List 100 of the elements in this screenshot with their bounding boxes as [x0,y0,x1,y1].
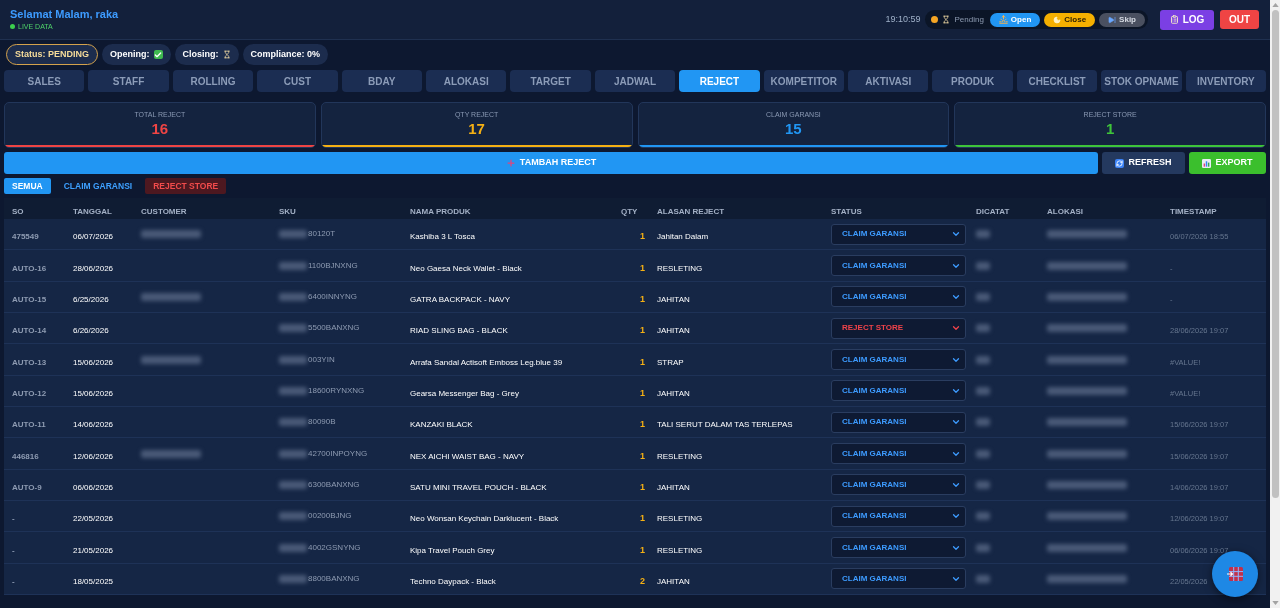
shift-button[interactable]: Skip [1099,12,1145,27]
stat-value: 1 [1105,121,1115,136]
redacted-text [976,386,990,395]
status-dropdown[interactable]: CLAIM GARANSI [831,537,966,559]
reject-reason: RESLETING [657,545,703,555]
date-text: 18/05/2025 [73,576,114,586]
nav-tab[interactable]: CHECKLIST [1016,70,1098,92]
log-button[interactable]: LOG [1160,9,1214,30]
nav-tab[interactable]: ROLLING [172,70,254,92]
scrollbar-thumb[interactable] [1271,10,1279,498]
redacted-text [976,230,990,239]
status-dropdown[interactable]: CLAIM GARANSI [831,255,966,276]
reject-reason: Jahitan Dalam [657,232,709,242]
status-dropdown[interactable]: CLAIM GARANSI [831,223,966,245]
reject-reason: RESLETING [657,514,703,524]
qty-value: 1 [640,544,645,555]
date-text: 06/07/2026 [73,232,114,242]
nav-tab[interactable]: JADWAL [594,70,676,92]
reject-reason: JAHITAN [657,388,690,398]
sku-code: 5500BANXNG [308,322,360,335]
qty-value: 2 [640,575,645,586]
nav-tab[interactable]: STAFF [88,70,169,92]
greeting-title: Selamat Malam, raka [10,9,119,20]
so-number: - [12,545,15,555]
qty-value: 1 [640,325,645,336]
nav-tab[interactable]: KOMPETITOR [763,70,845,92]
sku-code: 80120T [308,228,336,241]
date-text: 6/26/2026 [73,326,109,336]
redacted-text [976,418,990,427]
so-number: 475549 [12,232,39,242]
redacted-text [976,449,990,458]
sku-code: 8800BANXNG [308,572,360,585]
status-dropdown[interactable]: CLAIM GARANSI [831,411,966,433]
redacted-text [279,480,307,489]
date-text: 22/05/2026 [73,514,114,524]
stat-value: 15 [785,121,802,136]
date-text: 15/06/2026 [73,357,114,367]
status-dropdown[interactable]: CLAIM GARANSI [831,286,966,308]
sku-code: 4002GSNYNG [308,541,361,554]
nav-tab[interactable]: REJECT [679,70,760,92]
status-dropdown[interactable]: CLAIM GARANSI [831,349,966,371]
column-header: ALASAN REJECT [657,206,725,216]
add-reject-button[interactable]: TAMBAH REJECT [4,152,1098,174]
refresh-button[interactable]: REFRESH [1102,152,1185,174]
column-header: ALOKASI [1047,206,1083,216]
column-header: SKU [279,206,296,216]
nav-tab[interactable]: SALES [4,70,85,92]
qty-value: 1 [640,293,645,304]
sku-code: 1100BJNXNG [308,259,358,272]
so-number: - [12,514,15,524]
nav-tab[interactable]: ALOKASI [426,70,507,92]
filter-chip[interactable]: CLAIM GARANSI [55,178,141,194]
product-name: Arrafa Sandal Actisoft Emboss Leg.blue 39 [410,357,563,367]
refresh-icon [1115,158,1125,168]
nav-tab[interactable]: TARGET [510,70,591,92]
nav-tab[interactable]: INVENTORY [1185,70,1267,92]
redacted-text [976,574,990,583]
column-header: QTY [621,206,638,216]
filter-chip[interactable]: REJECT STORE [145,178,227,194]
shift-button[interactable]: Open [989,12,1041,27]
pending-label: Pending [954,13,984,26]
nav-tab[interactable]: PRODUK [932,70,1013,92]
status-dropdown[interactable]: CLAIM GARANSI [831,505,966,527]
nav-tab[interactable]: STOK OPNAME [1101,70,1182,92]
product-name: SATU MINI TRAVEL POUCH - BLACK [410,482,547,492]
skip-icon [1108,15,1117,24]
sku-code: 6300BANXNG [308,478,360,491]
status-dropdown[interactable]: CLAIM GARANSI [831,474,966,496]
nav-tab[interactable]: CUST [257,70,338,92]
redacted-text [976,261,990,270]
status-dropdown[interactable]: REJECT STORE [831,317,966,339]
product-name: KANZAKI BLACK [410,420,473,430]
so-number: AUTO-13 [12,357,47,367]
logout-button[interactable]: OUT [1220,10,1259,29]
date-text: 14/06/2026 [73,420,114,430]
redacted-text [279,574,307,583]
so-number: 446816 [12,451,39,461]
sku-code: 80090B [308,416,336,429]
reject-reason: STRAP [657,357,684,367]
bar-chart-icon [1202,158,1212,168]
stat-value: 16 [151,121,169,136]
qty-value: 1 [640,513,645,524]
redacted-text [976,543,990,552]
scrollbar[interactable] [1270,0,1280,608]
qty-value: 1 [640,262,645,273]
qty-value: 1 [640,231,645,242]
filter-chip[interactable]: SEMUA [4,178,51,194]
qty-value: 1 [640,450,645,461]
nav-tab[interactable]: BDAY [341,70,423,92]
hourglass-icon [942,15,951,24]
status-dropdown[interactable]: CLAIM GARANSI [831,443,966,465]
nav-tab[interactable]: AKTIVASI [848,70,929,92]
shift-button[interactable]: Close [1044,12,1096,27]
status-dropdown[interactable]: CLAIM GARANSI [831,380,966,402]
column-header: CUSTOMER [141,206,187,216]
reject-reason: RESLETING [657,263,703,273]
redacted-text [976,324,990,333]
redacted-text [279,292,307,301]
sunrise-icon [998,15,1008,24]
status-dropdown[interactable]: CLAIM GARANSI [831,568,966,590]
